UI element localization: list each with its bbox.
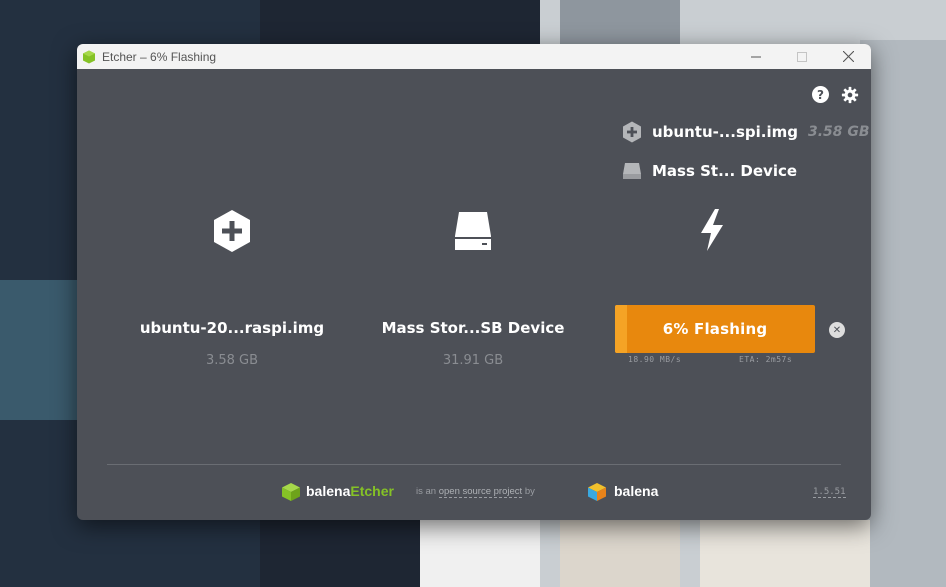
image-step: ubuntu-20...raspi.img 3.58 GB: [112, 209, 352, 409]
version-label[interactable]: 1.5.51: [813, 487, 846, 498]
summary-drive-row: Mass St... Device: [622, 161, 870, 181]
summary-image-name: ubuntu-...spi.img: [652, 123, 798, 141]
minimize-button[interactable]: [733, 44, 779, 69]
open-source-link[interactable]: open source project: [438, 486, 523, 498]
brand-suffix: Etcher: [350, 483, 394, 499]
bolt-icon: [701, 209, 723, 251]
image-size: 3.58 GB: [205, 353, 259, 368]
balena-etcher-cube-icon[interactable]: [281, 482, 301, 502]
by-text: by: [524, 486, 535, 497]
image-name: ubuntu-20...raspi.img: [139, 319, 325, 337]
maximize-button[interactable]: [779, 44, 825, 69]
close-button[interactable]: [825, 44, 871, 69]
drive-name: Mass Stor...SB Device: [381, 319, 565, 337]
gear-icon[interactable]: [841, 86, 859, 104]
footer-divider: [107, 464, 841, 465]
balena-cube-icon[interactable]: [587, 482, 607, 502]
is-an-text: is an: [416, 486, 437, 497]
cancel-icon[interactable]: ✕: [829, 322, 845, 338]
drive-size: 31.91 GB: [442, 353, 504, 368]
drive-step: Mass Stor...SB Device 31.91 GB: [353, 209, 593, 409]
close-icon: [842, 51, 854, 62]
drive-icon: [623, 163, 641, 179]
main-content: ? ubuntu-...spi.img 3.58 GB Mass St... D…: [77, 69, 871, 520]
balena-etcher-brand[interactable]: balenaEtcher: [306, 483, 394, 499]
summary-image-size: 3.58 GB: [807, 124, 870, 140]
flash-progress-bar: 6% Flashing: [615, 305, 815, 353]
progress-label: 6% Flashing: [662, 320, 768, 338]
balena-company-brand[interactable]: balena: [614, 483, 658, 499]
etcher-app-icon: [83, 50, 95, 63]
image-hex-icon: [214, 210, 250, 252]
summary-drive-name: Mass St... Device: [652, 162, 798, 180]
footer: balenaEtcher is an open source project b…: [77, 480, 871, 505]
title-bar[interactable]: Etcher – 6% Flashing: [77, 44, 871, 69]
etcher-window: Etcher – 6% Flashing ? ubuntu-...spi.img…: [77, 44, 871, 520]
brand-prefix: balena: [306, 483, 351, 499]
top-toolbar: ?: [812, 86, 859, 104]
maximize-icon: [797, 51, 807, 62]
flash-eta: ETA: 2m57s: [739, 355, 793, 364]
flash-summary: ubuntu-...spi.img 3.58 GB Mass St... Dev…: [622, 121, 870, 200]
summary-image-row: ubuntu-...spi.img 3.58 GB: [622, 121, 870, 143]
drive-icon: [455, 212, 491, 250]
image-hex-icon: [623, 121, 641, 143]
help-icon[interactable]: ?: [812, 86, 829, 103]
flash-speed: 18.90 MB/s: [628, 355, 682, 364]
window-title: Etcher – 6% Flashing: [102, 49, 217, 64]
minimize-icon: [751, 56, 761, 57]
open-source-note: is an open source project by: [416, 486, 535, 498]
